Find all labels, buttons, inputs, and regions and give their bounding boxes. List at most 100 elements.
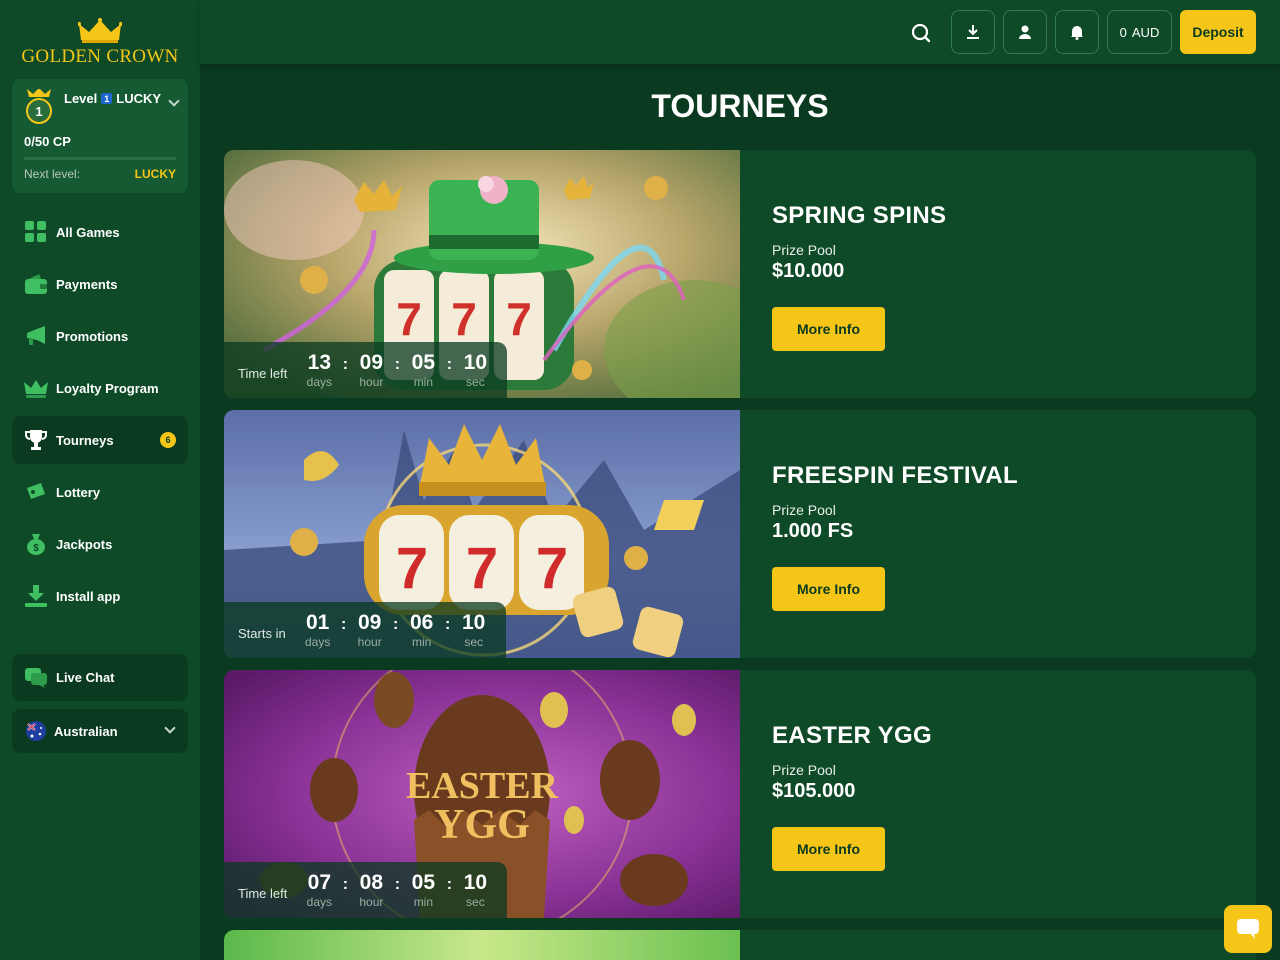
prize-pool-label: Prize Pool xyxy=(772,762,836,778)
tourney-card-easter-ygg: EASTER YGG Time left 07 days : 08 hour : 0… xyxy=(224,670,1256,918)
tourney-banner-image[interactable]: 7 7 7 Time left 13 days : 09 hour : 05 min … xyxy=(224,150,740,398)
sidebar-item-promotions[interactable]: Promotions xyxy=(12,312,188,360)
timer-days: 13 days xyxy=(306,351,333,389)
tourney-banner-image[interactable]: EASTER YGG Time left 07 days : 08 hour : 0… xyxy=(224,670,740,918)
sidebar-item-label: Loyalty Program xyxy=(56,380,159,396)
user-icon xyxy=(1019,25,1031,39)
download-icon xyxy=(967,25,979,39)
download-app-button[interactable] xyxy=(951,10,995,54)
easter-art-text-1: EASTER xyxy=(406,765,559,807)
prize-pool-label: Prize Pool xyxy=(772,242,836,258)
svg-text:7: 7 xyxy=(396,536,428,601)
deposit-button[interactable]: Deposit xyxy=(1180,10,1256,54)
timer-seconds: 10 sec xyxy=(462,611,486,649)
level-points: 0/50 CP xyxy=(24,134,71,149)
tourney-card-spring-spins: 7 7 7 Time left 13 days : 09 hour : 05 min … xyxy=(224,150,1256,398)
profile-button[interactable] xyxy=(1003,10,1047,54)
logo[interactable]: GOLDEN CROWN xyxy=(0,14,200,70)
sidebar-item-payments[interactable]: Payments xyxy=(12,260,188,308)
sidebar-item-label: Promotions xyxy=(56,328,129,344)
svg-text:$: $ xyxy=(33,543,39,554)
timer-seconds: 10 sec xyxy=(463,351,488,389)
language-selector[interactable]: Australian xyxy=(12,709,188,753)
ticket-icon xyxy=(24,480,48,504)
search-icon xyxy=(911,23,931,43)
level-badge-icon: 1 xyxy=(26,89,52,124)
svg-text:7: 7 xyxy=(466,536,498,601)
notifications-button[interactable] xyxy=(1055,10,1099,54)
timer-minutes: 05 min xyxy=(411,871,436,909)
sidebar-item-all-games[interactable]: All Games xyxy=(12,208,188,256)
level-card[interactable]: 1 Level 1 LUCKY 0/50 CP Next level: LUCK… xyxy=(12,79,188,193)
download-icon xyxy=(24,584,48,608)
sidebar-item-jackpots[interactable]: $ Jackpots xyxy=(12,520,188,568)
page-title: TOURNEYS xyxy=(651,88,829,124)
sidebar-item-lottery[interactable]: Lottery xyxy=(12,468,188,516)
search-button[interactable] xyxy=(906,18,936,48)
sidebar-item-tourneys[interactable]: Tourneys 6 xyxy=(12,416,188,464)
chevron-down-icon[interactable] xyxy=(168,95,180,107)
countdown-timer: Time left 07 days : 08 hour : 05 min : 10 se… xyxy=(224,862,508,918)
timer-hours: 09 hour xyxy=(359,351,384,389)
tourney-name: SPRING SPINS xyxy=(772,202,947,229)
trophy-icon xyxy=(24,428,48,452)
level-badge-number: 1 xyxy=(35,104,42,119)
prize-pool-value: 1.000 FS xyxy=(772,520,854,542)
next-level-label: Next level: xyxy=(24,167,81,181)
level-progress-bar xyxy=(24,157,176,160)
level-name: LUCKY xyxy=(116,91,162,106)
svg-text:7: 7 xyxy=(451,293,477,345)
sidebar-item-label: Lottery xyxy=(56,484,101,500)
timer-days: 01 days xyxy=(305,611,331,649)
live-chat-button[interactable]: Live Chat xyxy=(12,654,188,701)
chat-icon xyxy=(24,666,48,690)
tourney-banner-image[interactable]: 7 7 7 Starts in 01 days : 09 hour : 06 min … xyxy=(224,410,740,658)
balance-display[interactable]: 0 AUD xyxy=(1107,10,1172,54)
more-info-button[interactable]: More Info xyxy=(772,307,885,351)
chat-icon xyxy=(1237,919,1259,939)
prize-pool-label: Prize Pool xyxy=(772,502,836,518)
chat-fab-button[interactable] xyxy=(1224,905,1272,953)
sidebar-item-loyalty-program[interactable]: Loyalty Program xyxy=(12,364,188,412)
more-info-button[interactable]: More Info xyxy=(772,567,885,611)
timer-label: Time left xyxy=(238,365,288,381)
sidebar-item-label: Payments xyxy=(56,276,118,292)
next-level-value: LUCKY xyxy=(134,167,176,181)
crown-icon xyxy=(24,376,48,400)
bell-icon xyxy=(1071,26,1083,40)
prize-pool-value: $105.000 xyxy=(772,780,856,802)
wallet-icon xyxy=(24,272,48,296)
sidebar-nav: All Games Payments Promotions Loyalty Pr… xyxy=(12,208,188,624)
sidebar-item-label: Jackpots xyxy=(56,536,113,552)
grid-icon xyxy=(24,220,48,244)
countdown-timer: Starts in 01 days : 09 hour : 06 min : 10 se… xyxy=(224,602,506,658)
level-number: 1 xyxy=(101,93,113,104)
live-chat-label: Live Chat xyxy=(56,670,115,685)
chevron-down-icon xyxy=(164,722,176,734)
language-label: Australian xyxy=(54,723,118,739)
easter-art-text-2: YGG xyxy=(434,802,530,848)
sidebar-item-label: All Games xyxy=(56,224,120,240)
balance-currency: AUD xyxy=(1131,24,1160,40)
balance-amount: 0 xyxy=(1119,24,1127,40)
timer-days: 07 days xyxy=(306,871,333,909)
tourney-info: FREESPIN FESTIVAL Prize Pool 1.000 FS Mo… xyxy=(772,462,1018,611)
timer-label: Time left xyxy=(238,885,288,901)
australia-flag-icon xyxy=(24,719,48,743)
countdown-timer: Time left 13 days : 09 hour : 05 min : 10 se… xyxy=(224,342,508,398)
timer-hours: 08 hour xyxy=(359,871,384,909)
tourney-card-freespin-festival: 7 7 7 Starts in 01 days : 09 hour : 06 min … xyxy=(224,410,1256,658)
tourney-card-partial xyxy=(224,930,1256,960)
sidebar-item-label: Install app xyxy=(56,588,121,604)
more-info-button[interactable]: More Info xyxy=(772,827,885,871)
level-word: Level xyxy=(64,91,98,106)
crown-logo-icon xyxy=(78,18,122,43)
logo-text: GOLDEN CROWN xyxy=(21,46,179,67)
sidebar-item-install-app[interactable]: Install app xyxy=(12,572,188,620)
tourney-banner-image[interactable] xyxy=(224,930,740,960)
sidebar-item-label: Tourneys xyxy=(56,432,114,448)
timer-minutes: 05 min xyxy=(411,351,436,389)
megaphone-icon xyxy=(24,324,48,348)
money-bag-icon: $ xyxy=(24,532,48,556)
tourneys-count-badge: 6 xyxy=(160,432,176,448)
